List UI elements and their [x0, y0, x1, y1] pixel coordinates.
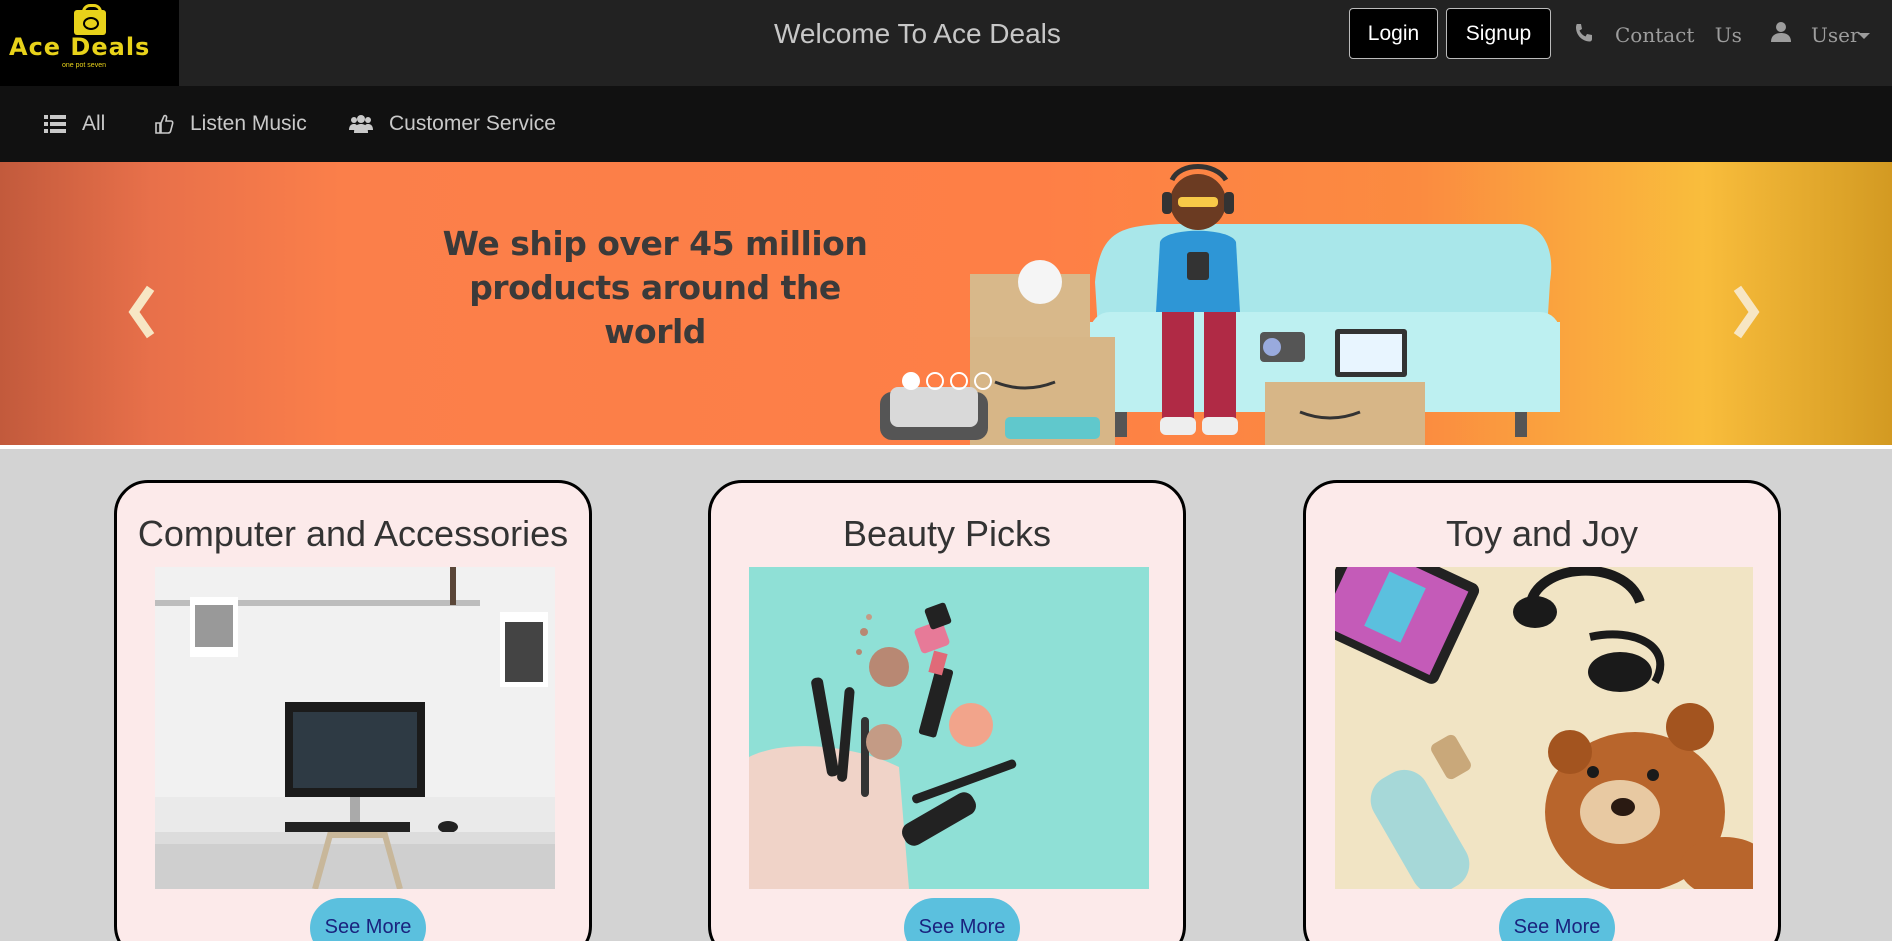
- top-header: Ace Deals one pot seven Welcome To Ace D…: [0, 0, 1892, 86]
- carousel-indicator[interactable]: [902, 372, 920, 390]
- contact-us-link[interactable]: Contact Us: [1615, 23, 1742, 47]
- carousel-illustration: [128, 164, 1760, 445]
- thumbs-up-icon: [155, 114, 174, 134]
- card-title: Toy and Joy: [1445, 513, 1639, 554]
- carousel-prev-arrow[interactable]: [128, 285, 155, 339]
- logo-text: Ace Deals: [9, 33, 151, 61]
- category-navbar: All Listen Music Customer Service: [0, 86, 1892, 162]
- user-icon: [1771, 22, 1791, 42]
- shopping-bag-icon: [74, 4, 106, 35]
- card-title: Beauty Picks: [842, 513, 1052, 554]
- see-more-button[interactable]: See More: [310, 898, 426, 941]
- category-card-computer: Computer and Accessories See More: [114, 480, 592, 941]
- nav-item-all[interactable]: All: [44, 86, 105, 162]
- welcome-heading: Welcome To Ace Deals: [774, 18, 1061, 49]
- carousel-indicators: [902, 372, 992, 390]
- nav-item-customer-service[interactable]: Customer Service: [349, 86, 556, 162]
- makeup-image[interactable]: [749, 567, 1149, 889]
- chevron-down-icon[interactable]: [1858, 33, 1870, 39]
- see-more-button[interactable]: See More: [904, 898, 1020, 941]
- login-button[interactable]: Login: [1349, 8, 1438, 59]
- hero-carousel: We ship over 45 million products around …: [0, 162, 1892, 445]
- computer-desk-image[interactable]: [155, 567, 555, 889]
- category-card-toy: Toy and Joy See More: [1303, 480, 1781, 941]
- nav-label: Listen Music: [190, 112, 307, 135]
- category-card-beauty: Beauty Picks See More: [708, 480, 1186, 941]
- toy-image[interactable]: [1335, 567, 1753, 889]
- list-icon: [44, 115, 66, 133]
- card-title: Computer and Accessories: [137, 513, 569, 554]
- logo-tagline: one pot seven: [62, 62, 106, 69]
- divider: [0, 445, 1892, 449]
- carousel-indicator[interactable]: [926, 372, 944, 390]
- nav-item-listen-music[interactable]: Listen Music: [154, 86, 307, 162]
- users-icon: [349, 115, 373, 133]
- carousel-next-arrow[interactable]: [1733, 285, 1760, 339]
- nav-label: All: [82, 112, 106, 135]
- signup-button[interactable]: Signup: [1446, 8, 1551, 59]
- phone-icon: [1576, 24, 1592, 42]
- user-dropdown[interactable]: User: [1811, 23, 1860, 47]
- carousel-indicator[interactable]: [950, 372, 968, 390]
- nav-label: Customer Service: [389, 112, 556, 135]
- see-more-button[interactable]: See More: [1499, 898, 1615, 941]
- ace-deals-logo[interactable]: Ace Deals one pot seven: [0, 0, 179, 86]
- carousel-indicator[interactable]: [974, 372, 992, 390]
